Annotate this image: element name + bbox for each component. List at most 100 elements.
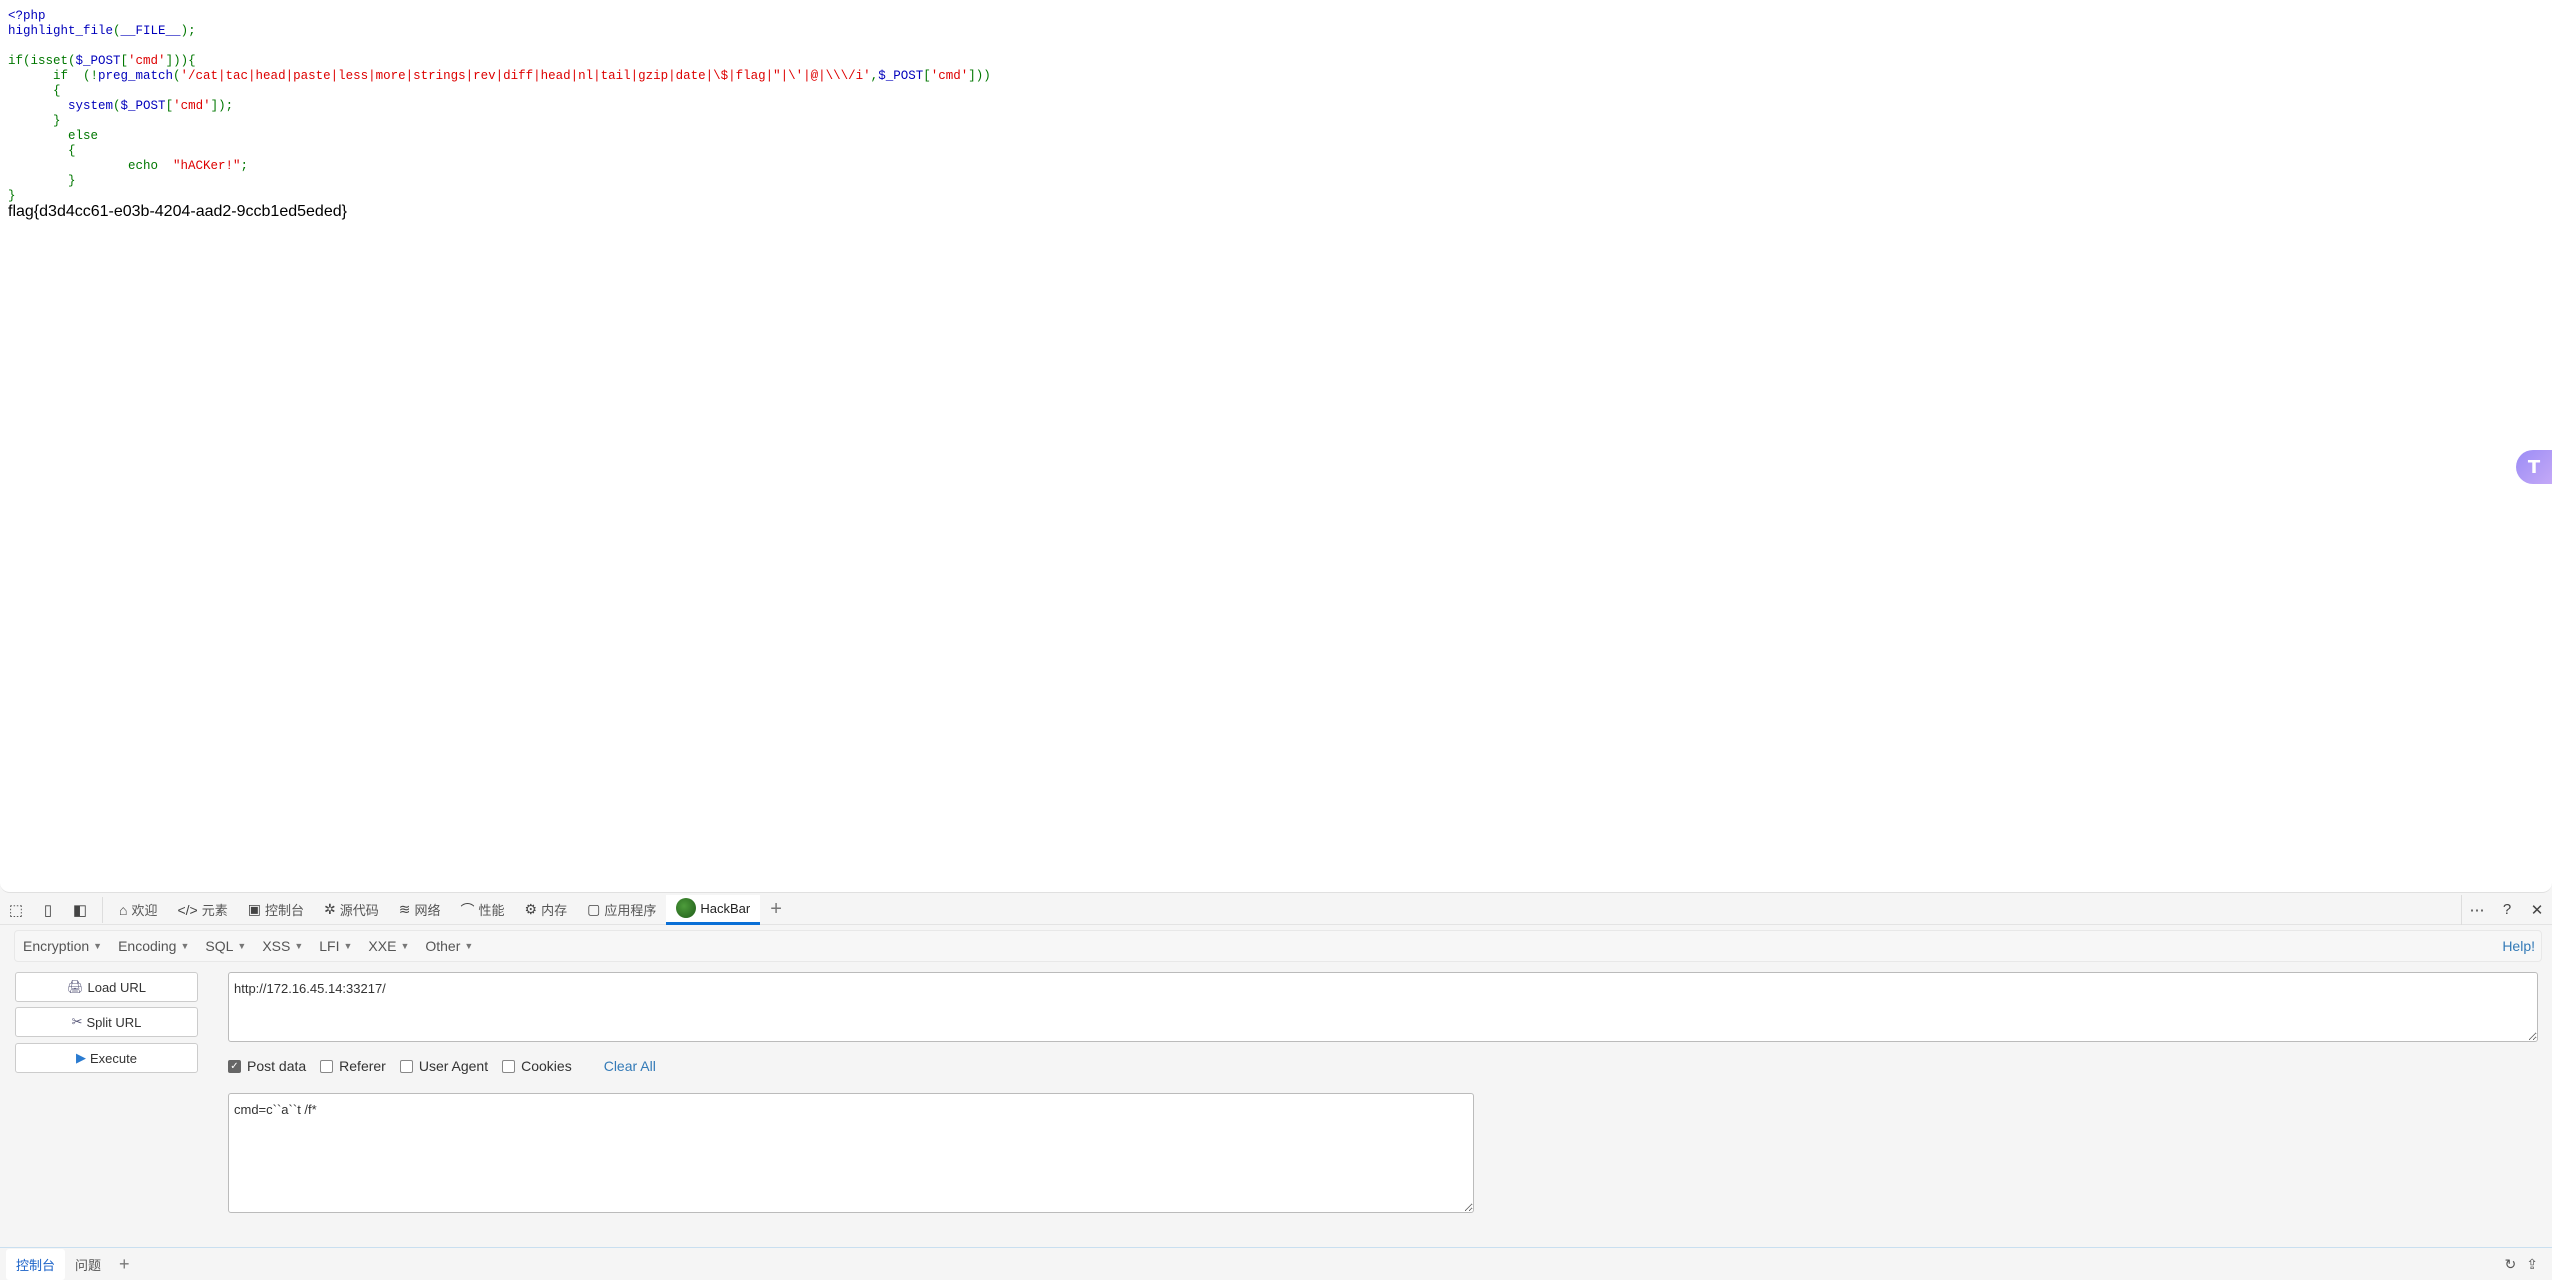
code-token: } <box>8 114 61 128</box>
menu-label: Other <box>425 938 461 954</box>
code-token: [ <box>165 99 174 113</box>
add-tab-button[interactable]: + <box>760 898 792 921</box>
code-line: if(isset($_POST['cmd'])){ <box>8 54 991 69</box>
tab-label: 性能 <box>478 903 505 918</box>
code-token: $_POST <box>878 69 924 83</box>
option-post-data[interactable]: ✓ Post data <box>228 1058 306 1074</box>
tab-label: 内存 <box>541 903 568 918</box>
checkbox-cookies[interactable] <box>502 1059 516 1073</box>
bug-icon: ✲ <box>324 901 336 917</box>
code-token: 'cmd' <box>173 99 211 113</box>
option-label: Post data <box>247 1058 307 1074</box>
option-label: Cookies <box>521 1058 572 1074</box>
menu-encryption[interactable]: Encryption ▼ <box>15 938 110 954</box>
floating-translate-button[interactable]: T <box>2516 450 2552 484</box>
page-content: <?php highlight_file(__FILE__); if(isset(… <box>0 0 2552 893</box>
tab-label: HackBar <box>700 900 751 916</box>
code-line: } <box>8 114 991 129</box>
code-token: else <box>8 129 99 143</box>
tab-label: 源代码 <box>339 903 379 918</box>
inspect-icon[interactable]: ⬚ <box>0 895 32 925</box>
tab-hackbar[interactable]: HackBar <box>666 894 761 925</box>
undock-icon[interactable]: ↻ <box>2505 1256 2517 1273</box>
tab-console[interactable]: ▣ 控制台 <box>238 895 314 925</box>
checkbox-post-data[interactable]: ✓ <box>228 1059 241 1073</box>
play-icon: ▶ <box>76 1050 86 1065</box>
menu-label: LFI <box>319 938 340 954</box>
button-label: Load URL <box>87 979 147 995</box>
option-cookies[interactable]: Cookies <box>502 1058 572 1074</box>
code-line: system($_POST['cmd']); <box>8 99 991 114</box>
wifi-icon: ≋ <box>398 901 411 917</box>
help-link[interactable]: Help! <box>2502 938 2541 954</box>
menu-other[interactable]: Other ▼ <box>417 938 481 954</box>
code-token: ); <box>180 24 196 38</box>
menu-xxe[interactable]: XXE ▼ <box>360 938 417 954</box>
code-token: [ <box>923 69 931 83</box>
more-icon[interactable]: ⋯ <box>2462 895 2492 925</box>
caret-down-icon: ▼ <box>294 941 304 951</box>
menu-lfi[interactable]: LFI ▼ <box>311 938 360 954</box>
code-token: 'cmd' <box>930 69 969 83</box>
collapse-drawer-icon[interactable]: ⇪ <box>2526 1256 2538 1273</box>
code-token: preg_match <box>98 69 174 83</box>
clear-all-link[interactable]: Clear All <box>604 1058 656 1074</box>
tab-application[interactable]: ▢ 应用程序 <box>577 895 666 925</box>
tab-memory[interactable]: ⚙ 内存 <box>515 895 578 925</box>
code-line: { <box>8 84 991 99</box>
code-token: ]); <box>210 99 234 113</box>
option-user-agent[interactable]: User Agent <box>399 1058 488 1074</box>
devtools-actions: ⋯ ? ✕ <box>2461 894 2552 925</box>
checkbox-referer[interactable] <box>320 1059 334 1073</box>
devtools-drawer: 控制台 问题 + ↻ ⇪ <box>0 1247 2552 1280</box>
hackbar-menu: Encryption ▼ Encoding ▼ SQL ▼ XSS ▼ LFI ▼ XXE… <box>14 930 2542 962</box>
tab-performance[interactable]: ⌒ 性能 <box>451 895 515 925</box>
post-data-input[interactable] <box>228 1093 1474 1213</box>
menu-label: XSS <box>262 938 291 954</box>
tab-sources[interactable]: ✲ 源代码 <box>314 895 389 925</box>
menu-encoding[interactable]: Encoding ▼ <box>110 938 197 954</box>
code-line: } <box>8 174 991 189</box>
drawer-add-button[interactable]: + <box>111 1254 138 1275</box>
drawer-tab-console[interactable]: 控制台 <box>6 1248 66 1280</box>
button-label: Split URL <box>86 1014 142 1030</box>
divider <box>102 896 103 923</box>
device-emulation-icon[interactable]: ▯ <box>32 895 64 925</box>
tab-label: 应用程序 <box>604 903 657 918</box>
tab-welcome[interactable]: ⌂ 欢迎 <box>109 895 167 925</box>
menu-label: XXE <box>368 938 397 954</box>
code-token: highlight_file <box>8 24 114 38</box>
caret-down-icon: ▼ <box>464 941 474 951</box>
home-icon: ⌂ <box>119 901 128 918</box>
split-url-button[interactable]: ✂ Split URL <box>15 1007 198 1037</box>
help-icon[interactable]: ? <box>2492 895 2522 925</box>
url-input[interactable] <box>228 972 2538 1042</box>
code-line: } <box>8 189 991 204</box>
tab-elements[interactable]: </> 元素 <box>167 895 237 925</box>
load-url-button[interactable]: 🖨 Load URL <box>15 972 198 1002</box>
menu-xss[interactable]: XSS ▼ <box>254 938 311 954</box>
checkbox-user-agent[interactable] <box>399 1059 413 1073</box>
dock-icon[interactable]: ◧ <box>64 895 96 925</box>
menu-sql[interactable]: SQL ▼ <box>197 938 254 954</box>
close-icon[interactable]: ✕ <box>2522 895 2552 925</box>
code-line: <?php <box>8 9 991 24</box>
menu-label: Encoding <box>118 938 177 954</box>
drawer-actions: ↻ ⇪ <box>2505 1256 2552 1273</box>
menu-label: SQL <box>205 938 234 954</box>
code-line: echo "hACKer!"; <box>8 159 991 174</box>
code-line: else <box>8 129 991 144</box>
code-token: $_POST <box>75 54 121 68</box>
scissors-icon: ✂ <box>71 1014 83 1029</box>
execute-button[interactable]: ▶ Execute <box>15 1043 198 1073</box>
code-token: if(isset( <box>8 54 76 68</box>
option-referer[interactable]: Referer <box>320 1058 386 1074</box>
performance-icon: ⌒ <box>460 901 475 918</box>
drawer-tab-issues[interactable]: 问题 <box>65 1249 111 1280</box>
tab-label: 网络 <box>414 903 441 918</box>
caret-down-icon: ▼ <box>93 941 103 951</box>
tab-label: 元素 <box>201 903 228 918</box>
code-line: { <box>8 144 991 159</box>
tab-network[interactable]: ≋ 网络 <box>389 895 451 925</box>
translate-icon: T <box>2527 456 2541 478</box>
